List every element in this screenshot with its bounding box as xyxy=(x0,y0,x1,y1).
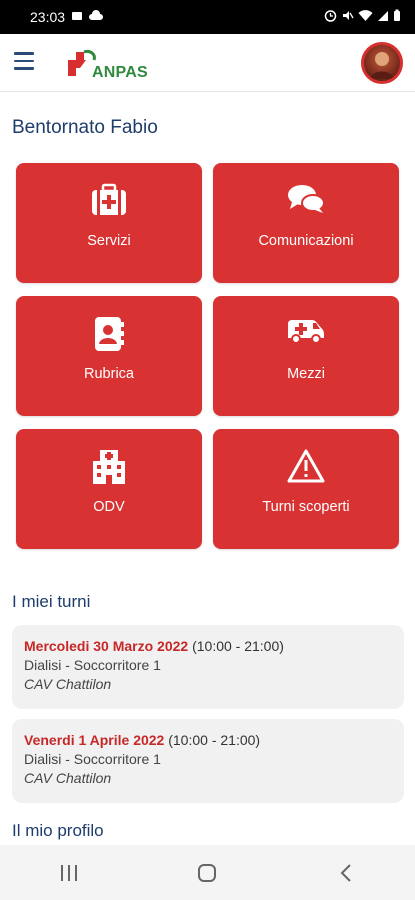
signal-icon xyxy=(377,10,389,25)
status-time: 23:03 xyxy=(30,9,66,25)
tile-rubrica[interactable]: Rubrica xyxy=(16,296,202,416)
notification-icon xyxy=(71,9,83,25)
shift-time: (10:00 - 21:00) xyxy=(192,638,284,654)
logo-text: ANPAS xyxy=(92,64,148,81)
shift-card[interactable]: Mercoledi 30 Marzo 2022 (10:00 - 21:00) … xyxy=(12,625,404,709)
shift-date: Mercoledi 30 Marzo 2022 xyxy=(24,638,189,654)
chat-bubbles-icon xyxy=(213,183,399,219)
battery-icon xyxy=(393,9,401,25)
app-bar xyxy=(0,34,415,92)
shift-place: CAV Chattilon xyxy=(24,770,112,786)
tile-label: Turni scoperti xyxy=(262,499,350,515)
hospital-icon xyxy=(16,449,202,485)
tile-mezzi[interactable]: Mezzi xyxy=(213,296,399,416)
tile-servizi[interactable]: Servizi xyxy=(16,163,202,283)
tile-odv[interactable]: ODV xyxy=(16,429,202,549)
shift-place: CAV Chattilon xyxy=(24,676,112,692)
wifi-icon xyxy=(358,9,373,25)
greeting-title: Bentornato Fabio xyxy=(12,117,158,138)
user-avatar[interactable] xyxy=(361,42,403,84)
tile-label: Mezzi xyxy=(287,366,325,382)
recent-apps-icon[interactable] xyxy=(39,853,99,893)
system-navigation-bar xyxy=(0,845,415,900)
back-icon[interactable] xyxy=(316,853,376,893)
shift-date: Venerdi 1 Aprile 2022 xyxy=(24,732,165,748)
section-title-profilo: Il mio profilo xyxy=(12,821,104,840)
cloud-icon xyxy=(89,9,104,25)
alarm-icon xyxy=(324,9,337,25)
hamburger-menu-icon[interactable] xyxy=(14,52,34,70)
tile-comunicazioni[interactable]: Comunicazioni xyxy=(213,163,399,283)
ambulance-icon xyxy=(213,316,399,352)
shift-role: Dialisi - Soccorritore 1 xyxy=(24,751,161,767)
tile-label: Servizi xyxy=(87,233,131,249)
home-icon[interactable] xyxy=(177,853,237,893)
status-bar: 23:03 xyxy=(0,0,415,34)
shift-card[interactable]: Venerdi 1 Aprile 2022 (10:00 - 21:00) Di… xyxy=(12,719,404,803)
tile-label: Comunicazioni xyxy=(258,233,354,249)
section-title-turni: I miei turni xyxy=(12,592,91,611)
shift-time: (10:00 - 21:00) xyxy=(168,732,261,748)
tile-turni-scoperti[interactable]: Turni scoperti xyxy=(213,429,399,549)
medical-bag-icon xyxy=(16,183,202,219)
mute-icon xyxy=(341,9,354,25)
address-book-icon xyxy=(16,316,202,352)
tile-label: ODV xyxy=(93,499,125,515)
shift-role: Dialisi - Soccorritore 1 xyxy=(24,657,161,673)
warning-icon xyxy=(213,449,399,485)
tile-label: Rubrica xyxy=(84,366,134,382)
